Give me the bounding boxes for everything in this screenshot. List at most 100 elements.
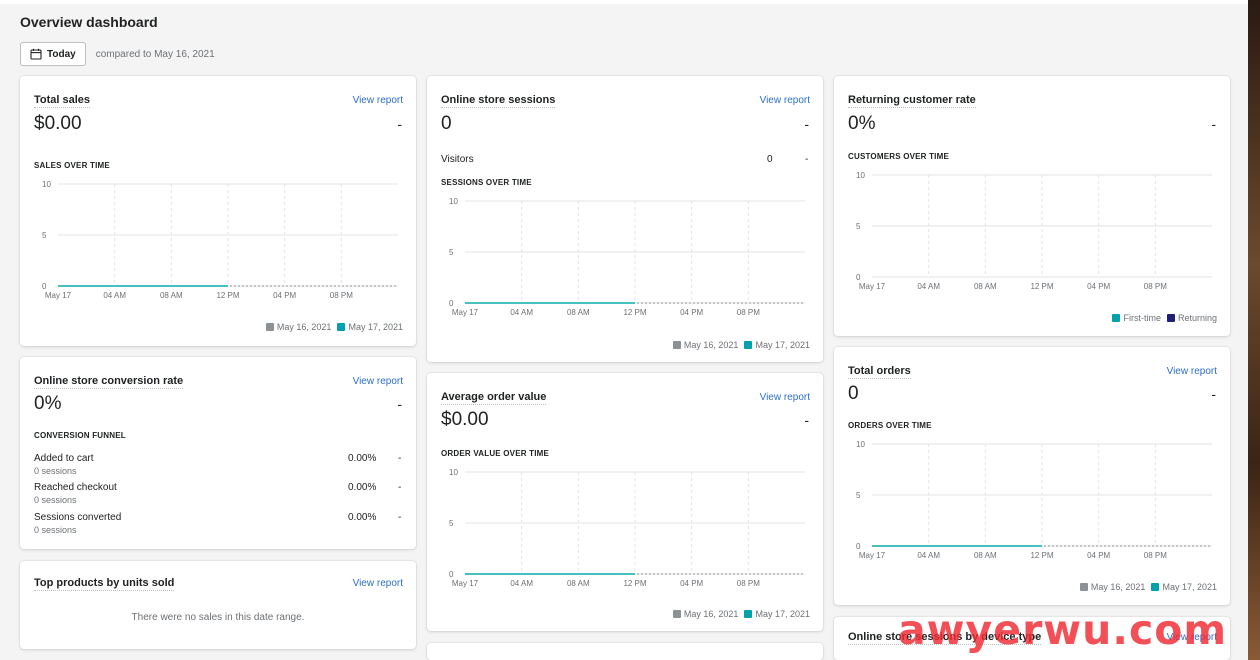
chart-legend: May 16, 2021 May 17, 2021 xyxy=(265,322,403,332)
chart-svg: 0 5 10 May 17 04 AM 08 AM 12 PM 04 PM 08 PM xyxy=(449,197,805,317)
visitors-value: 0 xyxy=(767,154,773,165)
y-tick-label: 5 xyxy=(856,491,861,500)
metric-change: - xyxy=(397,116,402,132)
metric-value: $0.00 xyxy=(441,409,489,430)
metric-change: - xyxy=(804,116,809,132)
x-tick-label: 12 PM xyxy=(1030,282,1053,291)
chart-legend: May 16, 2021 May 17, 2021 xyxy=(1079,582,1217,592)
y-tick-label: 5 xyxy=(42,231,47,240)
sessions-chart: 0 5 10 May 17 04 AM 08 AM 12 PM 04 PM 08 PM xyxy=(441,193,809,323)
chart-legend: First-time Returning xyxy=(1112,313,1217,323)
card-title[interactable]: Online store sessions xyxy=(441,94,556,108)
x-tick-label: 08 AM xyxy=(160,291,183,300)
y-tick-label: 10 xyxy=(856,440,865,449)
y-tick-label: 5 xyxy=(449,519,454,528)
view-report-link[interactable]: View report xyxy=(760,95,810,106)
section-label: CUSTOMERS OVER TIME xyxy=(848,152,949,161)
x-tick-label: 08 PM xyxy=(1144,551,1167,560)
x-tick-label: May 17 xyxy=(859,551,886,560)
visitors-label: Visitors xyxy=(441,154,474,165)
legend-item-previous: May 16, 2021 xyxy=(672,609,738,619)
section-label: ORDER VALUE OVER TIME xyxy=(441,449,550,458)
x-tick-label: 12 PM xyxy=(216,291,239,300)
section-label: CONVERSION FUNNEL xyxy=(34,431,126,440)
x-tick-label: 04 AM xyxy=(510,579,533,588)
x-tick-label: May 17 xyxy=(859,282,886,291)
card-title[interactable]: Average order value xyxy=(441,391,547,405)
y-tick-label: 10 xyxy=(449,197,458,206)
view-report-link[interactable]: View report xyxy=(760,392,810,403)
x-tick-label: 12 PM xyxy=(623,579,646,588)
metric-change: - xyxy=(1211,116,1216,132)
metric-value: $0.00 xyxy=(34,113,82,134)
legend-item-current: May 17, 2021 xyxy=(744,609,810,619)
window-edge xyxy=(1248,0,1260,660)
next-card xyxy=(427,643,823,660)
y-tick-label: 0 xyxy=(42,282,47,291)
y-tick-label: 10 xyxy=(449,468,458,477)
x-tick-label: 04 AM xyxy=(917,551,940,560)
legend-item-current: May 17, 2021 xyxy=(337,322,403,332)
legend-item-previous: May 16, 2021 xyxy=(265,322,331,332)
y-tick-label: 5 xyxy=(856,222,861,231)
section-label: SESSIONS OVER TIME xyxy=(441,178,532,187)
card-title[interactable]: Returning customer rate xyxy=(848,94,976,108)
metric-value: 0% xyxy=(34,393,62,414)
chart-svg: 0 5 10 May 17 04 AM 08 AM 12 PM 04 PM 08 PM xyxy=(856,440,1212,560)
x-tick-label: 04 PM xyxy=(1087,551,1110,560)
conversion-rate-card: Online store conversion rate View report… xyxy=(20,357,416,549)
x-tick-label: May 17 xyxy=(452,579,479,588)
metric-change: - xyxy=(397,396,402,412)
x-tick-label: May 17 xyxy=(45,291,72,300)
view-report-link[interactable]: View report xyxy=(353,95,403,106)
date-range-button[interactable]: Today xyxy=(20,42,86,66)
x-tick-label: 04 AM xyxy=(917,282,940,291)
card-title[interactable]: Top products by units sold xyxy=(34,577,175,591)
view-report-link[interactable]: View report xyxy=(353,376,403,387)
total-sales-card: Total sales View report $0.00 - SALES OV… xyxy=(20,76,416,346)
chart-legend: May 16, 2021 May 17, 2021 xyxy=(672,609,810,619)
y-tick-label: 0 xyxy=(449,299,454,308)
metric-change: - xyxy=(804,412,809,428)
x-tick-label: 08 AM xyxy=(567,579,590,588)
section-label: SALES OVER TIME xyxy=(34,161,110,170)
date-range-label: Today xyxy=(47,48,76,60)
total-orders-card: Total orders View report 0 - ORDERS OVER… xyxy=(834,347,1230,605)
y-tick-label: 5 xyxy=(449,248,454,257)
metric-value: 0 xyxy=(441,113,452,134)
watermark: awyerwu.com xyxy=(898,606,1228,654)
x-tick-label: May 17 xyxy=(452,308,479,317)
y-tick-label: 10 xyxy=(856,171,865,180)
order-value-chart: 0 5 10 May 17 04 AM 08 AM 12 PM 04 PM 08 PM xyxy=(441,464,809,594)
page-title: Overview dashboard xyxy=(20,14,158,30)
customers-chart: 0 5 10 May 17 04 AM 08 AM 12 PM 04 PM 08 PM xyxy=(848,167,1216,297)
card-title[interactable]: Total orders xyxy=(848,365,911,379)
sales-chart: 0 5 10 May 17 04 AM 08 AM 12 PM 04 PM 08 PM xyxy=(34,176,402,306)
funnel-row-sessions-converted: Sessions converted 0 sessions 0.00% - xyxy=(34,512,402,535)
view-report-link[interactable]: View report xyxy=(1167,366,1217,377)
y-tick-label: 0 xyxy=(856,542,861,551)
view-report-link[interactable]: View report xyxy=(353,578,403,589)
x-tick-label: 04 PM xyxy=(1087,282,1110,291)
calendar-icon xyxy=(30,48,42,60)
x-tick-label: 08 AM xyxy=(567,308,590,317)
x-tick-label: 04 PM xyxy=(273,291,296,300)
card-title[interactable]: Online store conversion rate xyxy=(34,375,184,389)
funnel-row-reached-checkout: Reached checkout 0 sessions 0.00% - xyxy=(34,482,402,505)
card-title[interactable]: Total sales xyxy=(34,94,91,108)
metric-value: 0% xyxy=(848,113,876,134)
legend-item-current: May 17, 2021 xyxy=(744,340,810,350)
legend-item-current: May 17, 2021 xyxy=(1151,582,1217,592)
y-tick-label: 10 xyxy=(42,180,51,189)
x-tick-label: 12 PM xyxy=(1030,551,1053,560)
x-tick-label: 08 PM xyxy=(330,291,353,300)
average-order-value-card: Average order value View report $0.00 - … xyxy=(427,373,823,631)
legend-item-previous: May 16, 2021 xyxy=(672,340,738,350)
legend-item-first-time: First-time xyxy=(1112,313,1161,323)
top-products-card: Top products by units sold View report T… xyxy=(20,561,416,649)
chart-svg: 0 5 10 May 17 04 AM 08 AM 12 PM 04 PM 08 PM xyxy=(42,180,398,300)
comparison-text: compared to May 16, 2021 xyxy=(95,48,215,60)
x-tick-label: 08 AM xyxy=(974,551,997,560)
chart-svg: 0 5 10 May 17 04 AM 08 AM 12 PM 04 PM 08 PM xyxy=(449,468,805,588)
date-row: Today compared to May 16, 2021 xyxy=(20,42,215,66)
